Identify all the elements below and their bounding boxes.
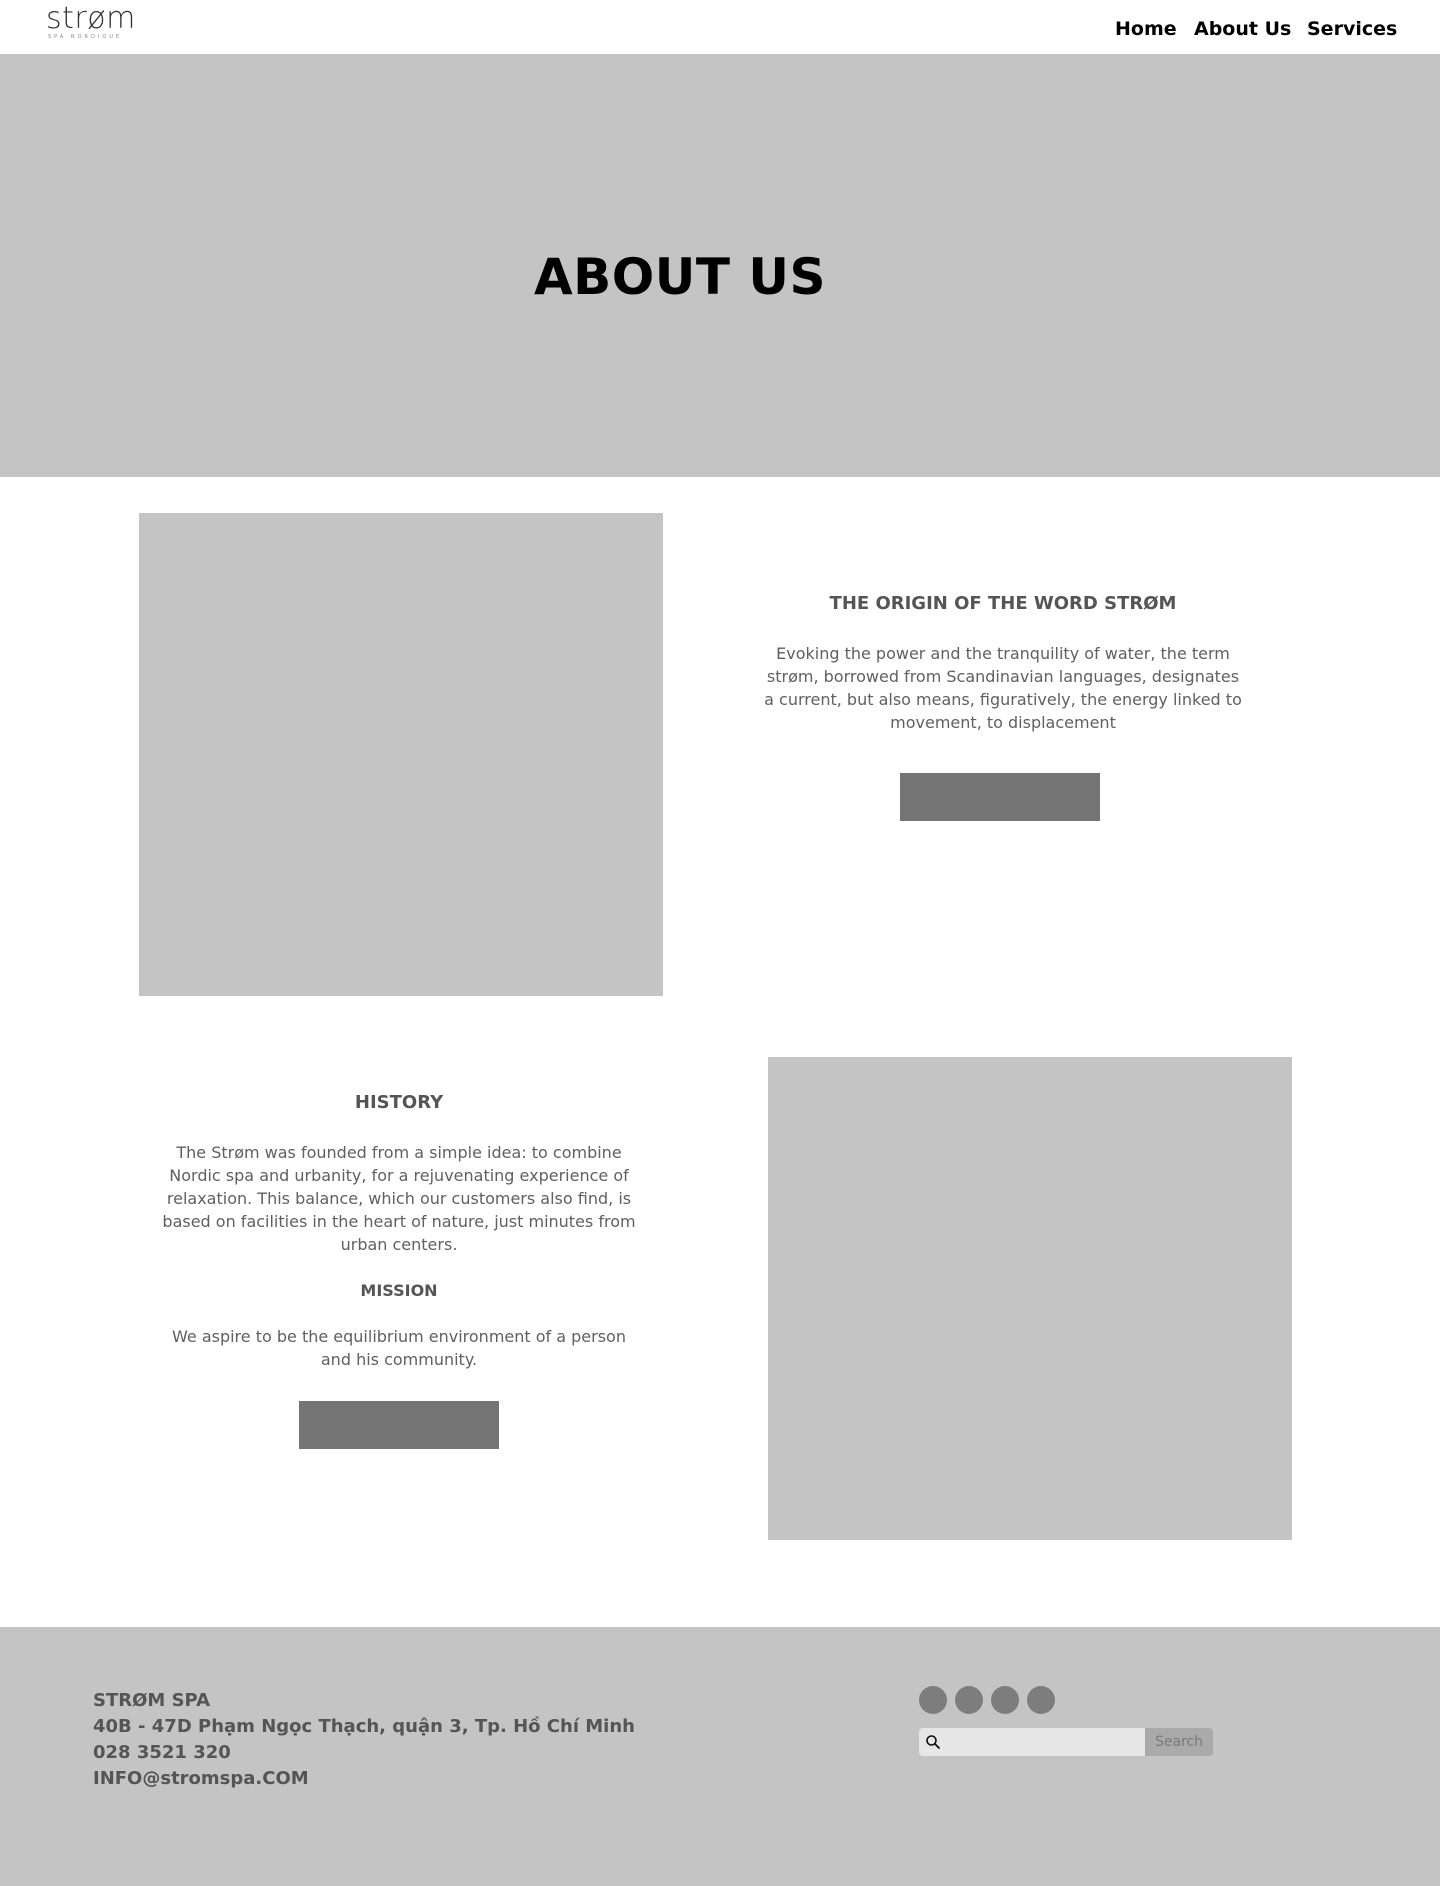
footer-phone[interactable]: 028 3521 320 xyxy=(93,1740,635,1766)
search-button[interactable]: Search xyxy=(1145,1728,1213,1756)
social-links xyxy=(919,1686,1055,1714)
site-header: strøm SPA NORDIQUE Home About Us Service… xyxy=(0,0,1440,54)
history-image-placeholder xyxy=(768,1057,1292,1540)
social-icon-1[interactable] xyxy=(919,1686,947,1714)
mission-heading: MISSION xyxy=(360,1281,438,1300)
site-footer: STRØM SPA 40B - 47D Phạm Ngọc Thạch, quậ… xyxy=(0,1627,1440,1886)
origin-heading: THE ORIGIN OF THE WORD STRØM xyxy=(829,593,1177,614)
mission-text: We aspire to be the equilibrium environm… xyxy=(172,1327,626,1369)
history-heading: HISTORY xyxy=(354,1092,444,1113)
nav-about-link[interactable]: About Us xyxy=(1194,17,1291,41)
hero-banner: ABOUT US xyxy=(0,54,1440,477)
search-icon xyxy=(926,1735,940,1749)
footer-company-name: STRØM SPA xyxy=(93,1690,211,1711)
footer-search: Search xyxy=(919,1728,1213,1756)
contact-info: STRØM SPA 40B - 47D Phạm Ngọc Thạch, quậ… xyxy=(93,1688,635,1792)
origin-image-placeholder xyxy=(139,513,663,996)
origin-button[interactable] xyxy=(900,773,1100,821)
social-icon-2[interactable] xyxy=(955,1686,983,1714)
footer-email[interactable]: INFO@stromspa.COM xyxy=(93,1766,635,1792)
history-button[interactable] xyxy=(299,1401,499,1449)
search-box xyxy=(919,1728,1145,1756)
page-title: ABOUT US xyxy=(533,248,827,306)
origin-text: Evoking the power and the tranquility of… xyxy=(764,644,1242,732)
social-icon-3[interactable] xyxy=(991,1686,1019,1714)
logo-tagline: SPA NORDIQUE xyxy=(48,34,123,40)
nav-home-link[interactable]: Home xyxy=(1115,17,1177,41)
history-text: The Strøm was founded from a simple idea… xyxy=(162,1143,636,1254)
footer-address: 40B - 47D Phạm Ngọc Thạch, quận 3, Tp. H… xyxy=(93,1716,635,1737)
nav-services-link[interactable]: Services xyxy=(1307,17,1397,41)
search-input[interactable] xyxy=(945,1732,1141,1752)
social-icon-4[interactable] xyxy=(1027,1686,1055,1714)
logo[interactable]: strøm SPA NORDIQUE xyxy=(46,4,135,42)
logo-wordmark: strøm xyxy=(46,1,136,36)
